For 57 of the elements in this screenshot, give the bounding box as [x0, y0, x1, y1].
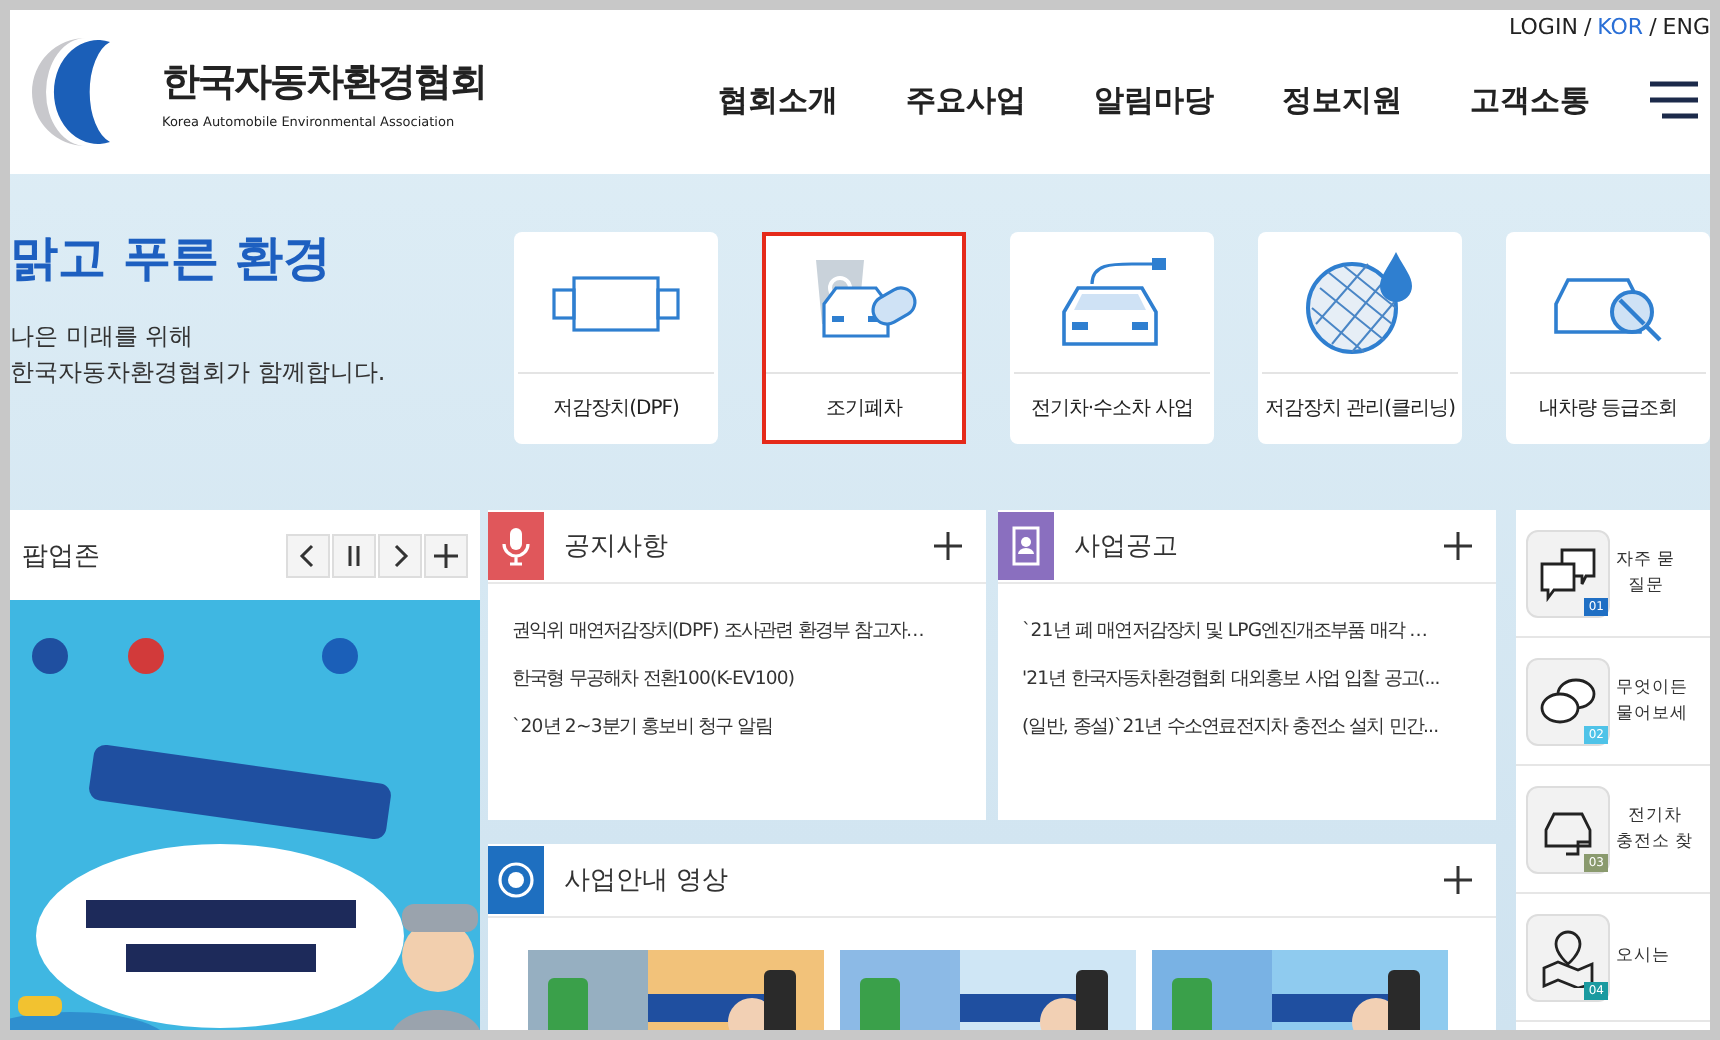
service-card[interactable]: 저감장치 관리(클리닝) — [1258, 232, 1462, 444]
quick-link-label: 충전소 찾 — [1616, 829, 1694, 855]
board-title: 사업공고 — [1074, 530, 1180, 564]
service-card[interactable]: 조기폐차 — [762, 232, 966, 444]
language-link[interactable]: ENG — [1662, 14, 1710, 40]
quick-link-label: 자주 묻 — [1616, 547, 1676, 573]
board-post-link[interactable]: '21년 한국자동차환경협회 대외홍보 사업 입찰 공고(... — [998, 656, 1496, 704]
service-label: 전기차·수소차 사업 — [1028, 395, 1196, 423]
chevron-left-icon — [298, 543, 318, 567]
service-card[interactable]: 전기차·수소차 사업 — [1010, 232, 1214, 444]
quick-link-label: 물어보세 — [1616, 701, 1688, 727]
hero-text: 한국자동차환경협회가 함께합니다. — [10, 356, 388, 390]
speech-bubbles-icon — [1538, 673, 1598, 729]
language-link[interactable]: LOGIN — [1509, 14, 1578, 40]
hero-title: 맑고 푸른 환경 — [10, 228, 334, 290]
quick-link-label: 전기차 — [1627, 803, 1682, 829]
service-label: 내차량 등급조회 — [1536, 395, 1680, 423]
service-label: 조기폐차 — [824, 395, 905, 423]
service-card[interactable]: 저감장치(DPF) — [514, 232, 718, 444]
quick-link-label: 무엇이든 — [1616, 675, 1688, 701]
logo-title: 한국자동차환경협회 — [162, 57, 486, 107]
separator: / — [1649, 14, 1657, 40]
nav-item[interactable]: 정보지원 — [1282, 81, 1402, 119]
board-post-link[interactable]: (일반, 종설)`21년 수소연료전지차 충전소 설치 민간... — [998, 704, 1496, 752]
board-title: 사업안내 영상 — [564, 864, 731, 898]
board-post-link[interactable]: `21년 폐 매연저감장치 및 LPG엔진개조부품 매각 … — [998, 608, 1496, 656]
pause-button[interactable] — [332, 533, 376, 577]
nav-item[interactable]: 고객소통 — [1470, 81, 1590, 119]
previous-button[interactable] — [286, 533, 330, 577]
board-post-link[interactable]: 권익위 매연저감장치(DPF) 조사관련 환경부 참고자… — [488, 608, 986, 656]
filter-device-icon — [552, 274, 680, 334]
pause-icon — [344, 543, 364, 567]
nav-item[interactable]: 알림마당 — [1094, 81, 1214, 119]
quick-link-label: 오시는 — [1616, 944, 1670, 970]
panel-title: 팝업존 — [22, 539, 100, 573]
more-icon[interactable] — [1444, 532, 1472, 560]
service-label: 저감장치 관리(클리닝) — [1263, 395, 1457, 423]
more-icon[interactable] — [934, 532, 962, 560]
chevron-right-icon — [390, 543, 410, 567]
plus-icon — [434, 543, 458, 567]
more-button[interactable] — [424, 533, 468, 577]
service-label: 저감장치(DPF) — [551, 395, 681, 423]
language-link[interactable]: KOR — [1597, 14, 1644, 40]
next-button[interactable] — [378, 533, 422, 577]
nav-item[interactable]: 주요사업 — [906, 81, 1026, 119]
board-post-link[interactable]: `20년 2~3분기 홍보비 청구 알림 — [488, 704, 986, 752]
more-icon[interactable] — [1444, 866, 1472, 894]
hero-text: 나은 미래를 위해 — [10, 320, 196, 354]
board-title: 공지사항 — [564, 530, 670, 564]
chat-bubbles-icon — [1538, 545, 1598, 601]
service-card[interactable]: 내차량 등급조회 — [1506, 232, 1710, 444]
board-post-link[interactable]: 한국형 무공해차 전환100(K-EV100) — [488, 656, 986, 704]
menu-icon[interactable] — [1646, 80, 1702, 120]
nav-item[interactable]: 협회소개 — [718, 81, 838, 119]
separator: / — [1583, 14, 1592, 40]
map-pin-icon — [1538, 927, 1598, 987]
quick-link-label: 질문 — [1627, 573, 1664, 599]
